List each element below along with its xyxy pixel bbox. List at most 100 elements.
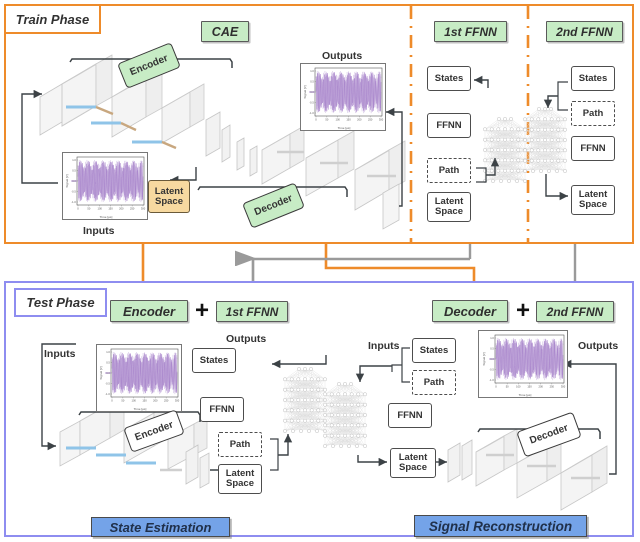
svg-text:150: 150 [108,206,113,210]
test-right-path-box[interactable]: Path [412,370,456,395]
plot-ylabel: Signal [V] [482,352,486,365]
svg-text:50: 50 [87,206,90,210]
svg-text:0.5: 0.5 [106,361,110,365]
test-left-ffnn-box[interactable]: FFNN [200,397,244,422]
latent-space-label: Latent Space [154,185,184,207]
ffnn1-latent-box[interactable]: Latent Space [427,192,471,222]
svg-text:250: 250 [130,206,135,210]
ffnn1-label-chip[interactable]: 1st FFNN [434,21,507,42]
signal-reconstruction-result[interactable]: Signal Reconstruction [414,515,587,537]
ffnn2-latent-box[interactable]: Latent Space [571,185,615,215]
ffnn2-path-label: Path [582,107,604,119]
plot-ylabel: Signal [V] [65,174,69,187]
svg-text:1.0: 1.0 [490,336,494,340]
test-left-path-label: Path [229,438,251,450]
test-phase-tab: Test Phase [14,288,107,317]
latent-space-box-train[interactable]: Latent Space [148,180,190,213]
test-left-latent-box[interactable]: Latent Space [218,464,262,494]
test-left-encoder-chip[interactable]: Encoder [110,300,188,322]
ffnn1-label: 1st FFNN [444,24,497,39]
test-left-ffnn1-chip[interactable]: 1st FFNN [216,301,288,322]
plot-xlabel: Time [µs] [338,126,351,130]
test-right-inputs-label: Inputs [368,340,400,352]
svg-text:100: 100 [336,117,341,121]
decoder-tag-test-label: Decoder [528,422,570,447]
test-right-chip-b-label: 2nd FFNN [546,304,604,319]
ffnn2-states-box[interactable]: States [571,66,615,91]
test-left-chip-b-label: 1st FFNN [225,304,279,319]
test-right-latent-box[interactable]: Latent Space [390,448,436,478]
test-left-outputs-label: Outputs [226,333,267,345]
test-right-outputs-label: Outputs [578,340,619,352]
test-right-output-plot: 0 50 100 150 200 250 300 1.0 0.5 0.0 -0.5 -1.0 Time… [478,330,568,398]
svg-text:0.5: 0.5 [310,80,314,84]
signal-reconstruction-label: Signal Reconstruction [428,518,573,534]
plot-xlabel: Time [µs] [134,407,147,411]
svg-text:250: 250 [550,384,555,388]
plot-xlabel: Time [µs] [100,215,113,219]
test-left-ffnn-label: FFNN [209,403,235,415]
train-inputs-label: Inputs [83,225,115,237]
train-outputs-label: Outputs [322,50,363,62]
svg-text:0: 0 [77,206,79,210]
test-left-states-box[interactable]: States [192,348,236,373]
plot-ylabel: Signal [V] [99,366,103,379]
test-left-plus: + [195,297,210,324]
ffnn2-path-box[interactable]: Path [571,101,615,126]
svg-text:200: 200 [357,117,362,121]
svg-text:250: 250 [164,398,169,402]
test-right-ffnn-label: FFNN [397,409,423,421]
svg-text:-0.5: -0.5 [105,382,110,386]
cae-label: CAE [211,24,239,39]
svg-text:150: 150 [527,384,532,388]
svg-text:1.0: 1.0 [72,158,76,162]
test-left-chip-a-label: Encoder [122,303,175,319]
svg-text:150: 150 [346,117,351,121]
test-right-decoder-chip[interactable]: Decoder [432,300,508,322]
test-left-path-box[interactable]: Path [218,432,262,457]
encoder-tag-test-label: Encoder [133,418,175,444]
ffnn2-label-chip[interactable]: 2nd FFNN [546,21,623,42]
cae-label-chip[interactable]: CAE [201,21,249,42]
ffnn2-ffnn-box[interactable]: FFNN [571,136,615,161]
svg-text:200: 200 [539,384,544,388]
svg-text:250: 250 [368,117,373,121]
svg-text:300: 300 [141,206,146,210]
svg-text:300: 300 [561,384,566,388]
ffnn1-ffnn-label: FFNN [436,119,462,131]
svg-text:-1.0: -1.0 [71,200,76,204]
test-left-states-label: States [199,354,229,366]
svg-text:200: 200 [119,206,124,210]
svg-text:100: 100 [516,384,521,388]
test-right-states-box[interactable]: States [412,338,456,363]
test-phase-tab-label: Test Phase [26,295,95,310]
plot-ylabel: Signal [V] [303,85,307,98]
test-right-plus: + [516,297,531,324]
train-phase-tab-label: Train Phase [15,11,90,27]
ffnn2-ffnn-label: FFNN [580,142,606,154]
plot-xlabel: Time [µs] [519,393,532,397]
test-right-ffnn2-chip[interactable]: 2nd FFNN [536,301,614,322]
svg-text:-1.0: -1.0 [309,111,314,115]
svg-text:50: 50 [121,398,124,402]
test-left-inputs-label: Inputs [44,348,76,360]
test-right-latent-label: Latent Space [398,452,428,473]
svg-text:50: 50 [325,117,328,121]
test-left-input-plot: 0 50 100 150 200 250 300 1.0 0.5 0.0 -0.5 -1.0 Time… [96,344,182,412]
state-estimation-result[interactable]: State Estimation [91,517,230,537]
train-phase-tab: Train Phase [4,4,101,34]
svg-text:200: 200 [153,398,158,402]
state-estimation-label: State Estimation [109,519,212,535]
ffnn1-ffnn-box[interactable]: FFNN [427,113,471,138]
test-right-chip-a-label: Decoder [443,303,497,319]
svg-text:1.0: 1.0 [310,69,314,73]
train-output-plot: 0 50 100 150 200 250 300 1.0 0.5 0.0 -0.5 -1.0 Time… [300,63,386,131]
ffnn1-latent-label: Latent Space [434,196,464,217]
test-right-ffnn-box[interactable]: FFNN [388,403,432,428]
train-input-plot: 0 50 100 150 200 250 300 1.0 0.5 0.0 -0.5 -1.0 Time… [62,152,148,220]
ffnn1-path-label: Path [438,164,460,176]
ffnn1-path-box[interactable]: Path [427,158,471,183]
ffnn1-states-box[interactable]: States [427,66,471,91]
svg-text:-0.5: -0.5 [489,368,494,372]
svg-text:0: 0 [315,117,317,121]
